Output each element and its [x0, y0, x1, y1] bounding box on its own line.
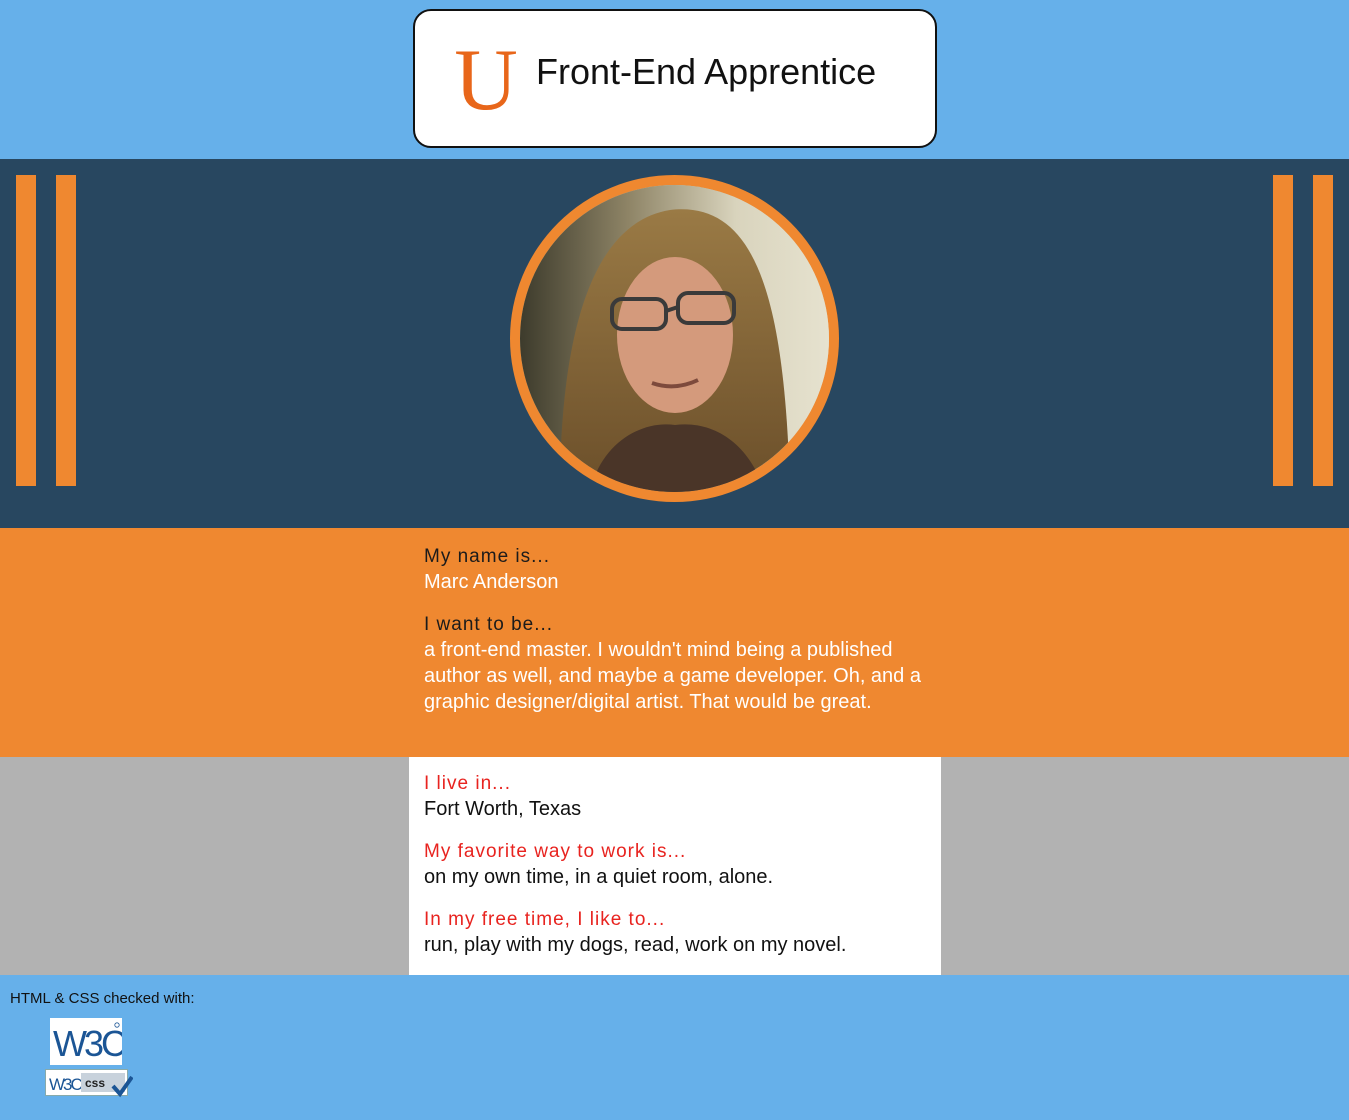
w3c-logo-text: W3C — [53, 1023, 122, 1064]
validation-text: HTML & CSS checked with: — [10, 990, 195, 1007]
details-content: I live in... Fort Worth, Texas My favori… — [424, 771, 934, 958]
css-badge-css-text: css — [85, 1076, 105, 1090]
left-stripe-inner — [56, 175, 76, 486]
logo-letter: U — [455, 39, 517, 119]
w3c-logo-icon: W3C — [50, 1018, 129, 1065]
right-stripe-inner — [1273, 175, 1293, 486]
work-label: My favorite way to work is... — [424, 841, 687, 862]
name-label: My name is... — [424, 546, 550, 567]
location-value: Fort Worth, Texas — [424, 798, 582, 820]
right-stripe-outer — [1313, 175, 1333, 486]
w3c-html-validator-link[interactable]: W3C — [50, 1018, 129, 1065]
details-card: I live in... Fort Worth, Texas My favori… — [409, 757, 941, 975]
site-footer: HTML & CSS checked with: W3C W3C css — [0, 975, 1349, 1120]
about-content: My name is... Marc Anderson I want to be… — [424, 544, 934, 715]
location-label: I live in... — [424, 773, 511, 794]
site-header: U Front-End Apprentice — [0, 0, 1349, 159]
title-card: U Front-End Apprentice — [413, 9, 937, 148]
avatar-portrait-icon — [520, 185, 829, 492]
about-section: My name is... Marc Anderson I want to be… — [0, 528, 1349, 757]
hero-banner — [0, 159, 1349, 528]
details-section: I live in... Fort Worth, Texas My favori… — [0, 757, 1349, 975]
css-valid-badge-icon: W3C css — [45, 1069, 134, 1098]
css-badge-w3c-text: W3C — [49, 1075, 83, 1094]
work-value: on my own time, in a quiet room, alone. — [424, 866, 774, 888]
logo-u-icon: U — [455, 39, 517, 119]
avatar-ring — [510, 175, 839, 502]
left-stripe-outer — [16, 175, 36, 486]
free-time-label: In my free time, I like to... — [424, 909, 666, 930]
free-time-value: run, play with my dogs, read, work on my… — [424, 934, 847, 956]
w3c-css-validator-link[interactable]: W3C css — [45, 1069, 134, 1101]
avatar — [520, 185, 829, 492]
name-value: Marc Anderson — [424, 571, 559, 593]
goal-label: I want to be... — [424, 614, 554, 635]
site-title: Front-End Apprentice — [536, 51, 877, 92]
goal-value: a front-end master. I wouldn't mind bein… — [424, 639, 921, 713]
